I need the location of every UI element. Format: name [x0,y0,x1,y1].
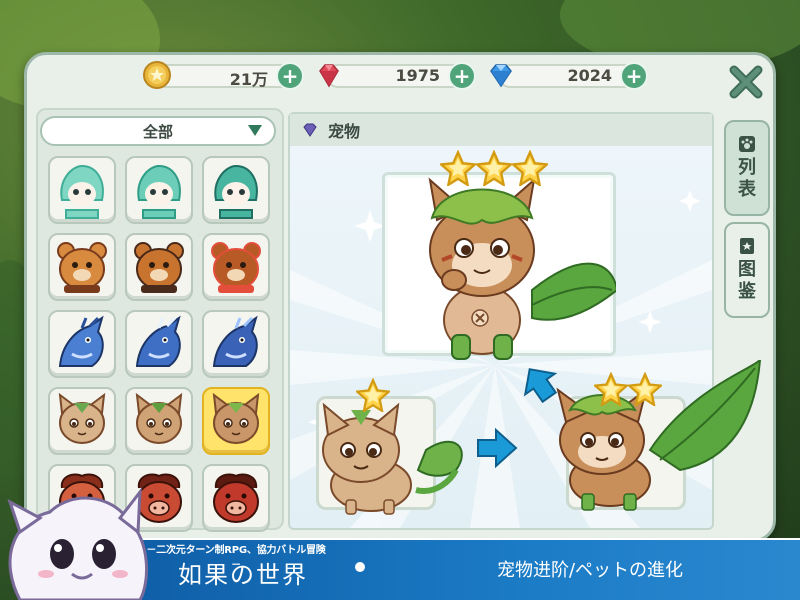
pet-slot-1[interactable] [48,156,116,224]
tab-list[interactable]: 列 表 [724,120,770,216]
add-gold-button[interactable]: + [276,62,304,90]
ruby-value: 1975 [395,66,440,85]
star-icon [476,150,512,186]
pet-slot-3[interactable] [202,156,270,224]
close-button[interactable] [724,60,768,104]
banner-dot [355,562,365,572]
star-icon [594,372,628,406]
evolution-before-stars [356,378,390,412]
tab-list-label-1: 列 [738,157,756,178]
tab-dex-label-1: 图 [738,259,756,280]
pet-spirit-icon [137,164,181,219]
pet-grid [48,156,274,532]
pet-dragon-icon [212,315,258,367]
arrow-right-icon [477,428,518,468]
pet-cat-icon [135,392,183,444]
ruby-gem-icon [319,64,339,88]
pet-dragon-icon [135,315,181,367]
currency-bar: 21万 + 1975 + 2024 + [140,58,660,92]
filter-dropdown[interactable]: 全部 [40,116,276,146]
pet-cat-icon [58,392,106,444]
pet-slot-5[interactable] [125,233,193,301]
diamond-gem-icon [490,64,512,88]
gold-coin-icon [143,61,171,89]
pet-cat-icon [212,392,260,444]
evolution-before-pet [322,402,463,515]
banner-title: 如果の世界 [178,561,308,589]
pet-slot-11[interactable] [125,387,193,455]
pet-slot-6[interactable] [202,233,270,301]
diamond-currency: 2024 + [484,58,654,92]
evolution-after-stars [594,372,662,406]
pet-bear-icon [134,242,184,293]
pet-slot-9[interactable] [202,310,270,378]
pet-spirit-icon [214,164,258,219]
pet-slot-7[interactable] [48,310,116,378]
pet-boar-icon [213,473,259,523]
ruby-currency: 1975 + [312,58,482,92]
tab-dex-label-2: 鉴 [738,281,756,302]
pet-slot-12[interactable] [202,387,270,455]
content-title: 宠物 [328,122,361,141]
book-icon [740,238,754,254]
mascot-character [7,487,149,600]
add-diamond-button[interactable]: + [620,62,648,90]
star-icon [440,150,476,186]
filter-label: 全部 [142,122,173,141]
pet-bear-icon [211,242,261,293]
pet-spirit-icon [60,164,104,219]
tab-dex[interactable]: 图 鉴 [724,222,770,318]
pet-slot-8[interactable] [125,310,193,378]
featured-pet-stars [440,150,548,186]
diamond-value: 2024 [567,66,612,85]
gold-currency: 21万 + [140,58,310,92]
pet-slot-4[interactable] [48,233,116,301]
banner-caption: 宠物进阶/ペットの進化 [496,560,684,581]
pet-slot-2[interactable] [125,156,193,224]
star-icon [628,372,662,406]
star-icon [512,150,548,186]
purple-gem-icon [303,123,317,137]
close-icon [729,65,763,99]
paw-icon [739,136,755,152]
gold-value: 21万 [229,70,268,89]
pet-slot-15[interactable] [202,464,270,532]
chevron-down-icon [248,125,262,136]
tab-list-label-2: 表 [738,179,756,200]
add-ruby-button[interactable]: + [448,62,476,90]
pet-slot-10[interactable] [48,387,116,455]
pet-bear-icon [57,242,107,293]
pet-dragon-icon [58,315,104,367]
star-icon [356,378,390,412]
